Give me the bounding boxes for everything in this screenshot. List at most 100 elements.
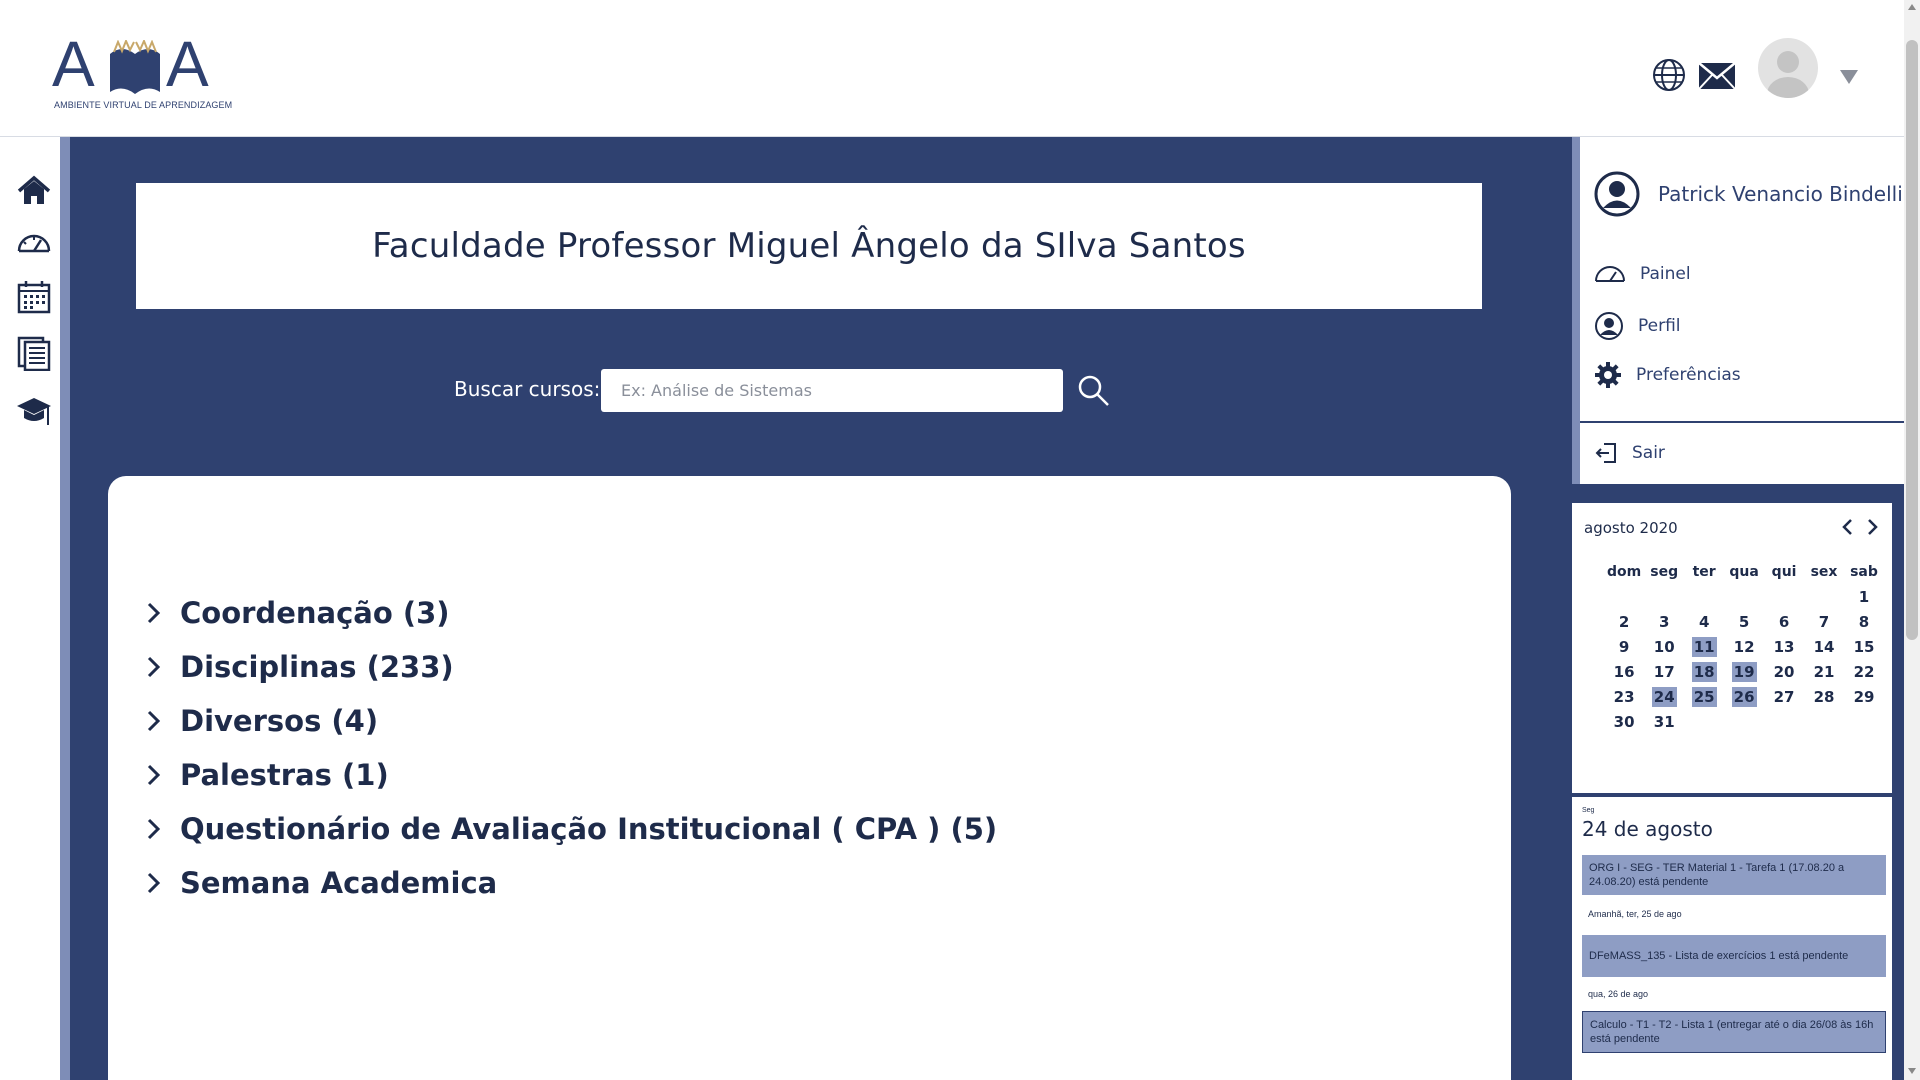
search-icon[interactable] <box>1076 373 1112 409</box>
mail-icon[interactable] <box>1698 62 1736 90</box>
calendar-day: 5 <box>1738 612 1750 631</box>
event-text: DFeMASS_135 - Lista de exercícios 1 está… <box>1589 950 1849 962</box>
category-label[interactable]: Disciplinas (233) <box>180 650 454 684</box>
weekday-header: qui <box>1771 563 1797 580</box>
category-item[interactable]: Diversos (4) <box>142 694 997 748</box>
calendar-day: 30 <box>1613 712 1635 731</box>
main-content: Faculdade Professor Miguel Ângelo da SIl… <box>70 137 1566 1080</box>
calendar-day <box>1764 709 1804 734</box>
event-day-note: qua, 26 de ago <box>1588 989 1649 999</box>
calendar-day: 28 <box>1813 687 1835 706</box>
scrollbar-thumb[interactable] <box>1906 40 1918 640</box>
logout-label: Sair <box>1632 443 1665 463</box>
calendar-event-day[interactable]: 11 <box>1691 636 1717 657</box>
calendar-day[interactable]: 11 <box>1684 634 1724 659</box>
institution-title-box: Faculdade Professor Miguel Ângelo da SIl… <box>136 183 1482 309</box>
documents-icon[interactable] <box>16 335 52 371</box>
calendar-day: 8 <box>1858 612 1870 631</box>
calendar-month: agosto 2020 <box>1584 519 1678 537</box>
category-label[interactable]: Coordenação (3) <box>180 596 450 630</box>
calendar-event-day[interactable]: 19 <box>1731 661 1757 682</box>
calendar-event-day[interactable]: 24 <box>1651 686 1677 707</box>
calendar-day: 16 <box>1613 662 1635 681</box>
calendar-day <box>1644 584 1684 609</box>
globe-icon[interactable] <box>1652 58 1686 92</box>
calendar-day: 6 <box>1778 612 1790 631</box>
gear-icon <box>1595 362 1621 388</box>
user-menu: Patrick Venancio Bindelli Painel Perfil <box>1572 137 1904 484</box>
event-day-note: Amanhã, ter, 25 de ago <box>1588 909 1682 919</box>
chevron-right-icon <box>147 602 161 624</box>
calendar-day[interactable]: 26 <box>1724 684 1764 709</box>
category-item[interactable]: Questionário de Avaliação Institucional … <box>142 802 997 856</box>
category-label[interactable]: Diversos (4) <box>180 704 378 738</box>
right-panel: Patrick Venancio Bindelli Painel Perfil <box>1566 137 1904 1080</box>
calendar-week: 30 31 <box>1604 709 1884 734</box>
calendar-week: 1 <box>1604 584 1884 609</box>
open-book-icon <box>110 40 160 94</box>
upcoming-events: Seg 24 de agosto ORG I - SEG - TER Mater… <box>1572 797 1892 1080</box>
chevron-right-icon <box>147 764 161 786</box>
calendar-day: 1 <box>1858 587 1870 606</box>
weekday-header: ter <box>1692 563 1716 580</box>
search-label: Buscar cursos: <box>454 377 601 401</box>
course-search-input[interactable] <box>601 369 1063 412</box>
category-item[interactable]: Palestras (1) <box>142 748 997 802</box>
scroll-up-arrow[interactable] <box>1908 4 1916 10</box>
logout-button[interactable]: Sair <box>1594 441 1665 465</box>
calendar-day: 2 <box>1618 612 1630 631</box>
home-icon[interactable] <box>16 173 52 209</box>
calendar-event-day[interactable]: 25 <box>1691 686 1717 707</box>
menu-item-preferencias[interactable]: Preferências <box>1594 361 1741 389</box>
calendar-day <box>1804 584 1844 609</box>
chevron-right-icon <box>147 656 161 678</box>
course-categories-card: Coordenação (3) Disciplinas (233) Divers… <box>108 476 1511 1080</box>
calendar-event-day[interactable]: 26 <box>1731 686 1757 707</box>
menu-item-perfil[interactable]: Perfil <box>1594 311 1681 341</box>
category-list: Coordenação (3) Disciplinas (233) Divers… <box>142 586 997 910</box>
chevron-right-icon <box>147 710 161 732</box>
chevron-left-icon[interactable] <box>1838 517 1858 537</box>
menu-item-painel[interactable]: Painel <box>1594 261 1691 287</box>
calendar-day[interactable]: 24 <box>1644 684 1684 709</box>
page-scrollbar[interactable] <box>1904 0 1920 1080</box>
calendar-day: 23 <box>1613 687 1635 706</box>
category-label[interactable]: Palestras (1) <box>180 758 389 792</box>
top-header: A A AMBIENTE VIRTUAL DE APRENDIZAGEM <box>0 0 1904 137</box>
category-item[interactable]: Disciplinas (233) <box>142 640 997 694</box>
chevron-right-icon <box>147 818 161 840</box>
calendar-day[interactable]: 18 <box>1684 659 1724 684</box>
upcoming-day-label: Seg <box>1582 807 1595 814</box>
calendar-day[interactable]: 19 <box>1724 659 1764 684</box>
user-avatar[interactable] <box>1758 38 1818 98</box>
chevron-down-icon[interactable] <box>1840 70 1858 84</box>
calendar-day: 17 <box>1653 662 1675 681</box>
calendar-day[interactable]: 25 <box>1684 684 1724 709</box>
left-nav-accent-strip <box>60 137 70 1080</box>
chevron-right-icon[interactable] <box>1862 517 1882 537</box>
upcoming-date: 24 de agosto <box>1582 817 1713 841</box>
menu-divider <box>1580 421 1904 423</box>
category-item[interactable]: Semana Academica <box>142 856 997 910</box>
graduation-cap-icon[interactable] <box>16 393 52 429</box>
calendar-icon[interactable] <box>16 279 52 315</box>
logo-letter-right: A <box>166 28 209 100</box>
calendar-day <box>1844 709 1884 734</box>
weekday-header: sex <box>1810 563 1838 580</box>
scroll-down-arrow[interactable] <box>1908 1068 1916 1074</box>
category-item[interactable]: Coordenação (3) <box>142 586 997 640</box>
event-item[interactable]: Calculo - T1 - T2 - Lista 1 (entregar at… <box>1582 1011 1886 1053</box>
calendar-event-day[interactable]: 18 <box>1691 661 1717 682</box>
event-item[interactable]: ORG I - SEG - TER Material 1 - Tarefa 1 … <box>1582 855 1886 895</box>
category-label[interactable]: Semana Academica <box>180 866 497 900</box>
site-logo[interactable]: A A AMBIENTE VIRTUAL DE APRENDIZAGEM <box>52 28 232 112</box>
calendar-day <box>1684 584 1724 609</box>
calendar-week: 16 17 18 19 20 21 22 <box>1604 659 1884 684</box>
calendar-day: 10 <box>1653 637 1675 656</box>
user-name: Patrick Venancio Bindelli <box>1658 182 1903 206</box>
event-item[interactable]: DFeMASS_135 - Lista de exercícios 1 está… <box>1582 935 1886 977</box>
calendar-day: 12 <box>1733 637 1755 656</box>
calendar-day <box>1764 584 1804 609</box>
dashboard-icon[interactable] <box>16 225 52 261</box>
category-label[interactable]: Questionário de Avaliação Institucional … <box>180 812 997 846</box>
